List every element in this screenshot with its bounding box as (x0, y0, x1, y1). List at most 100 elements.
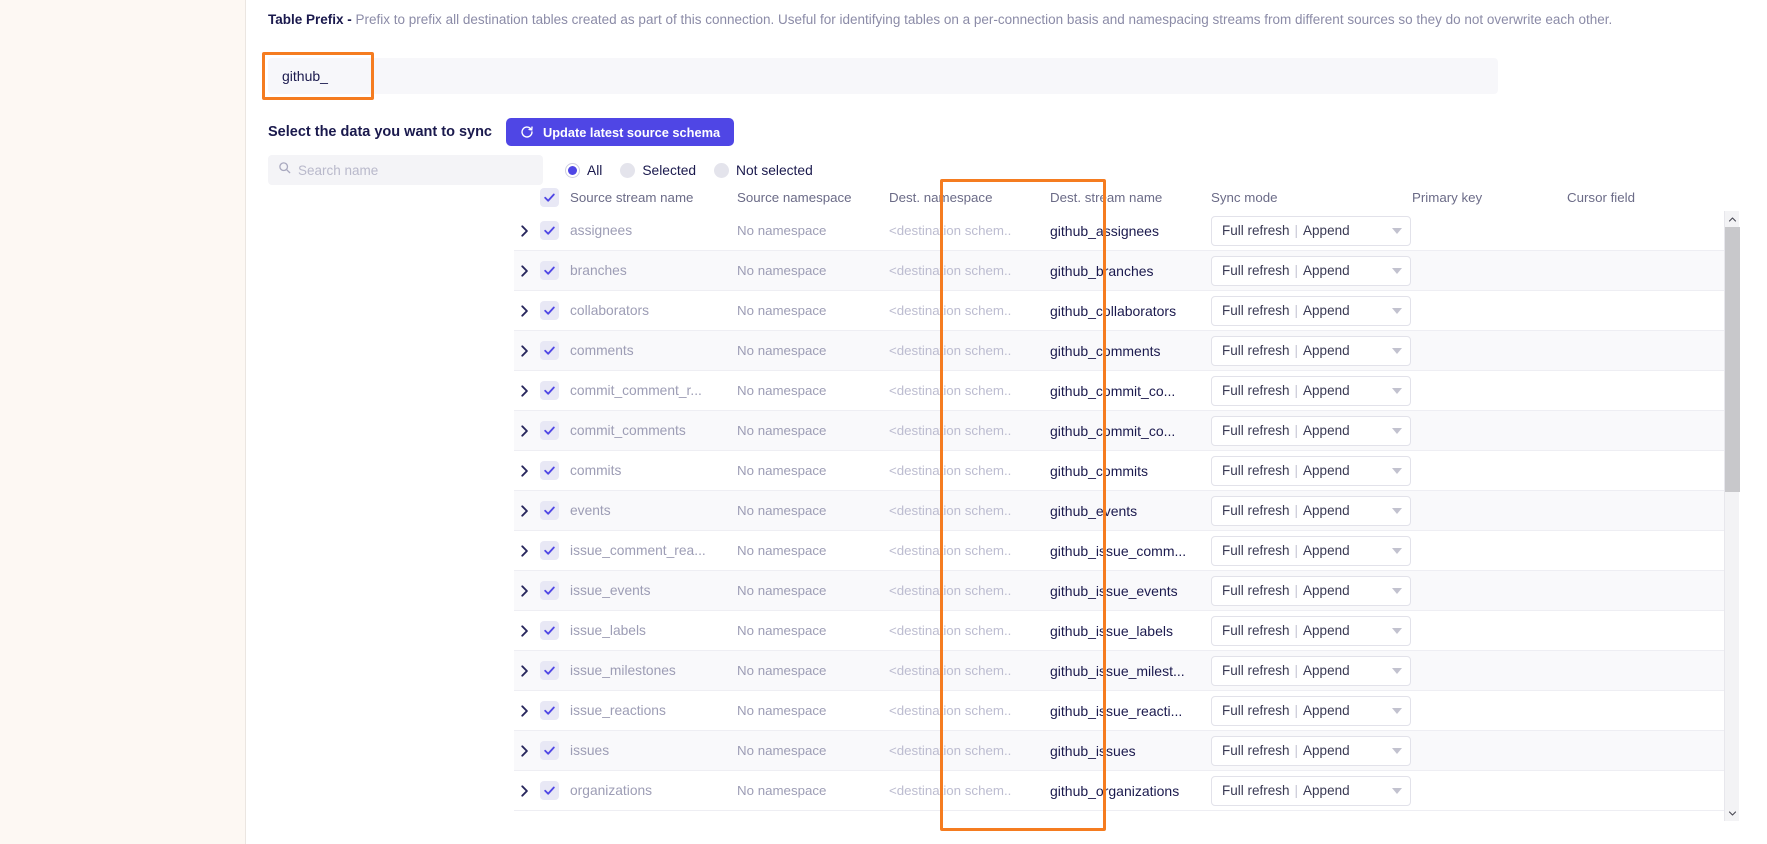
row-select-checkbox[interactable] (540, 381, 570, 400)
dest-stream-name-input[interactable] (1050, 295, 1202, 326)
row-select-checkbox[interactable] (540, 621, 570, 640)
cell-sync-mode[interactable]: Full refresh | Append (1204, 575, 1412, 606)
sync-mode-select[interactable]: Full refresh | Append (1211, 455, 1411, 486)
cell-dest-stream-name[interactable] (1041, 215, 1204, 246)
sync-mode-select[interactable]: Full refresh | Append (1211, 615, 1411, 646)
sync-mode-select[interactable]: Full refresh | Append (1211, 495, 1411, 526)
cell-sync-mode[interactable]: Full refresh | Append (1204, 735, 1412, 766)
row-expand-toggle[interactable] (514, 584, 540, 598)
row-expand-toggle[interactable] (514, 664, 540, 678)
cell-dest-stream-name[interactable] (1041, 575, 1204, 606)
cell-sync-mode[interactable]: Full refresh | Append (1204, 495, 1412, 526)
sync-mode-select[interactable]: Full refresh | Append (1211, 335, 1411, 366)
cell-dest-stream-name[interactable] (1041, 775, 1204, 806)
row-select-checkbox[interactable] (540, 581, 570, 600)
sync-mode-select[interactable]: Full refresh | Append (1211, 415, 1411, 446)
scrollbar-track[interactable] (1725, 227, 1740, 805)
cell-sync-mode[interactable]: Full refresh | Append (1204, 655, 1412, 686)
sync-mode-select[interactable]: Full refresh | Append (1211, 575, 1411, 606)
header-select-all-checkbox[interactable] (540, 187, 570, 207)
table-prefix-input[interactable] (282, 68, 1484, 84)
cell-dest-stream-name[interactable] (1041, 295, 1204, 326)
dest-stream-name-input[interactable] (1050, 335, 1202, 366)
row-expand-toggle[interactable] (514, 504, 540, 518)
scrollbar-down-arrow-icon[interactable] (1725, 805, 1740, 821)
search-input[interactable] (298, 162, 533, 178)
row-expand-toggle[interactable] (514, 784, 540, 798)
row-select-checkbox[interactable] (540, 661, 570, 680)
row-select-checkbox[interactable] (540, 421, 570, 440)
column-header-dest-stream-name[interactable]: Dest. stream name (1041, 190, 1204, 205)
cell-sync-mode[interactable]: Full refresh | Append (1204, 335, 1412, 366)
scrollbar-up-arrow-icon[interactable] (1725, 211, 1740, 227)
sync-mode-select[interactable]: Full refresh | Append (1211, 535, 1411, 566)
dest-stream-name-input[interactable] (1050, 695, 1202, 726)
cell-dest-stream-name[interactable] (1041, 655, 1204, 686)
row-select-checkbox[interactable] (540, 261, 570, 280)
cell-sync-mode[interactable]: Full refresh | Append (1204, 295, 1412, 326)
dest-stream-name-input[interactable] (1050, 215, 1202, 246)
row-expand-toggle[interactable] (514, 464, 540, 478)
cell-dest-stream-name[interactable] (1041, 255, 1204, 286)
row-select-checkbox[interactable] (540, 541, 570, 560)
dest-stream-name-input[interactable] (1050, 775, 1202, 806)
row-select-checkbox[interactable] (540, 301, 570, 320)
row-select-checkbox[interactable] (540, 701, 570, 720)
filter-radio-not-selected[interactable]: Not selected (714, 162, 813, 178)
cell-dest-stream-name[interactable] (1041, 455, 1204, 486)
dest-stream-name-input[interactable] (1050, 535, 1202, 566)
column-header-primary-key[interactable]: Primary key (1412, 190, 1567, 205)
row-expand-toggle[interactable] (514, 744, 540, 758)
row-expand-toggle[interactable] (514, 224, 540, 238)
filter-radio-selected[interactable]: Selected (620, 162, 696, 178)
sync-mode-select[interactable]: Full refresh | Append (1211, 215, 1411, 246)
dest-stream-name-input[interactable] (1050, 415, 1202, 446)
row-expand-toggle[interactable] (514, 264, 540, 278)
column-header-cursor-field[interactable]: Cursor field (1567, 190, 1717, 205)
sync-mode-select[interactable]: Full refresh | Append (1211, 695, 1411, 726)
sync-mode-select[interactable]: Full refresh | Append (1211, 375, 1411, 406)
cell-sync-mode[interactable]: Full refresh | Append (1204, 255, 1412, 286)
column-header-sync-mode[interactable]: Sync mode (1204, 190, 1412, 205)
table-prefix-input-wrap[interactable] (268, 58, 1498, 94)
row-select-checkbox[interactable] (540, 781, 570, 800)
cell-sync-mode[interactable]: Full refresh | Append (1204, 695, 1412, 726)
row-expand-toggle[interactable] (514, 424, 540, 438)
scrollbar-thumb[interactable] (1725, 227, 1740, 492)
column-header-dest-namespace[interactable]: Dest. namespace (889, 190, 1041, 205)
cell-dest-stream-name[interactable] (1041, 735, 1204, 766)
dest-stream-name-input[interactable] (1050, 615, 1202, 646)
dest-stream-name-input[interactable] (1050, 455, 1202, 486)
sync-mode-select[interactable]: Full refresh | Append (1211, 735, 1411, 766)
row-select-checkbox[interactable] (540, 221, 570, 240)
dest-stream-name-input[interactable] (1050, 255, 1202, 286)
dest-stream-name-input[interactable] (1050, 495, 1202, 526)
dest-stream-name-input[interactable] (1050, 655, 1202, 686)
cell-dest-stream-name[interactable] (1041, 335, 1204, 366)
table-scrollbar[interactable] (1724, 211, 1740, 821)
row-expand-toggle[interactable] (514, 344, 540, 358)
dest-stream-name-input[interactable] (1050, 735, 1202, 766)
sync-mode-select[interactable]: Full refresh | Append (1211, 655, 1411, 686)
row-select-checkbox[interactable] (540, 501, 570, 520)
cell-sync-mode[interactable]: Full refresh | Append (1204, 455, 1412, 486)
cell-sync-mode[interactable]: Full refresh | Append (1204, 615, 1412, 646)
cell-dest-stream-name[interactable] (1041, 375, 1204, 406)
row-select-checkbox[interactable] (540, 741, 570, 760)
cell-dest-stream-name[interactable] (1041, 615, 1204, 646)
row-expand-toggle[interactable] (514, 704, 540, 718)
cell-sync-mode[interactable]: Full refresh | Append (1204, 415, 1412, 446)
row-expand-toggle[interactable] (514, 304, 540, 318)
row-select-checkbox[interactable] (540, 341, 570, 360)
row-expand-toggle[interactable] (514, 624, 540, 638)
sync-mode-select[interactable]: Full refresh | Append (1211, 255, 1411, 286)
row-expand-toggle[interactable] (514, 544, 540, 558)
dest-stream-name-input[interactable] (1050, 375, 1202, 406)
row-expand-toggle[interactable] (514, 384, 540, 398)
column-header-source-namespace[interactable]: Source namespace (737, 190, 889, 205)
row-select-checkbox[interactable] (540, 461, 570, 480)
filter-radio-all[interactable]: All (565, 162, 602, 178)
update-latest-source-schema-button[interactable]: Update latest source schema (506, 118, 735, 146)
sync-mode-select[interactable]: Full refresh | Append (1211, 775, 1411, 806)
cell-sync-mode[interactable]: Full refresh | Append (1204, 775, 1412, 806)
